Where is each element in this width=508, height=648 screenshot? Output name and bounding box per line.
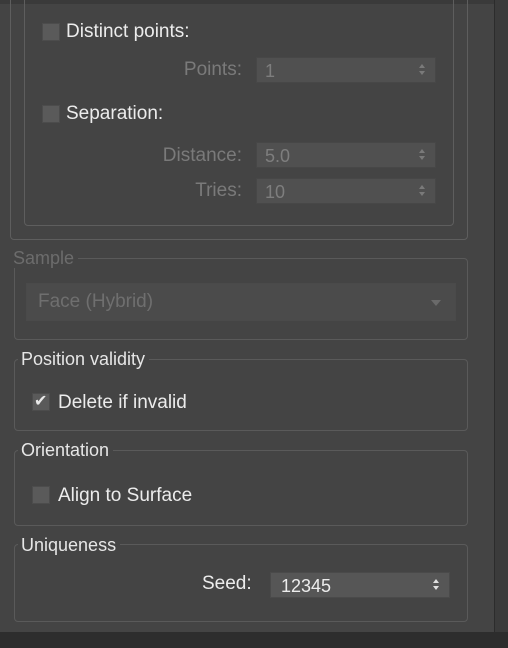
points-spinner[interactable]: 1 [256, 57, 436, 83]
seed-label: Seed: [202, 573, 252, 594]
separation-checkbox[interactable] [42, 105, 60, 123]
tries-label: Tries: [195, 180, 242, 201]
points-label: Points: [183, 59, 242, 80]
panel-scrollbar-track[interactable] [494, 0, 508, 648]
spinner-arrows-icon[interactable] [419, 184, 427, 198]
spinner-arrows-icon[interactable] [419, 148, 427, 162]
tries-spinner[interactable]: 10 [256, 178, 436, 204]
spinner-arrows-icon[interactable] [419, 63, 427, 77]
distance-value[interactable]: 5.0 [265, 145, 290, 167]
position-validity-legend: Position validity [18, 349, 150, 369]
spinner-arrows-icon[interactable] [433, 578, 441, 592]
separation-label: Separation: [66, 103, 164, 124]
tries-value[interactable]: 10 [265, 181, 285, 203]
align-to-surface-checkbox[interactable] [32, 486, 50, 504]
uniqueness-legend: Uniqueness [18, 535, 121, 555]
sample-dropdown[interactable]: Face (Hybrid) [26, 283, 456, 321]
panel-bottom-edge [0, 632, 508, 648]
distance-label: Distance: [162, 145, 242, 166]
seed-value[interactable]: 12345 [281, 575, 331, 597]
delete-if-invalid-checkbox[interactable]: ✔ [32, 393, 50, 411]
delete-if-invalid-label[interactable]: Delete if invalid [58, 392, 187, 414]
distinct-points-label: Distinct points: [66, 21, 190, 42]
sample-legend: Sample [10, 248, 79, 268]
checkmark-icon: ✔ [34, 393, 48, 410]
orientation-legend: Orientation [18, 440, 114, 460]
distinct-points-checkbox[interactable] [42, 23, 60, 41]
seed-spinner[interactable]: 12345 [270, 572, 450, 598]
distance-spinner[interactable]: 5.0 [256, 142, 436, 168]
points-value[interactable]: 1 [265, 60, 275, 82]
chevron-down-icon[interactable] [431, 300, 441, 306]
align-to-surface-label[interactable]: Align to Surface [58, 485, 192, 507]
sample-dropdown-value[interactable]: Face (Hybrid) [38, 291, 153, 313]
